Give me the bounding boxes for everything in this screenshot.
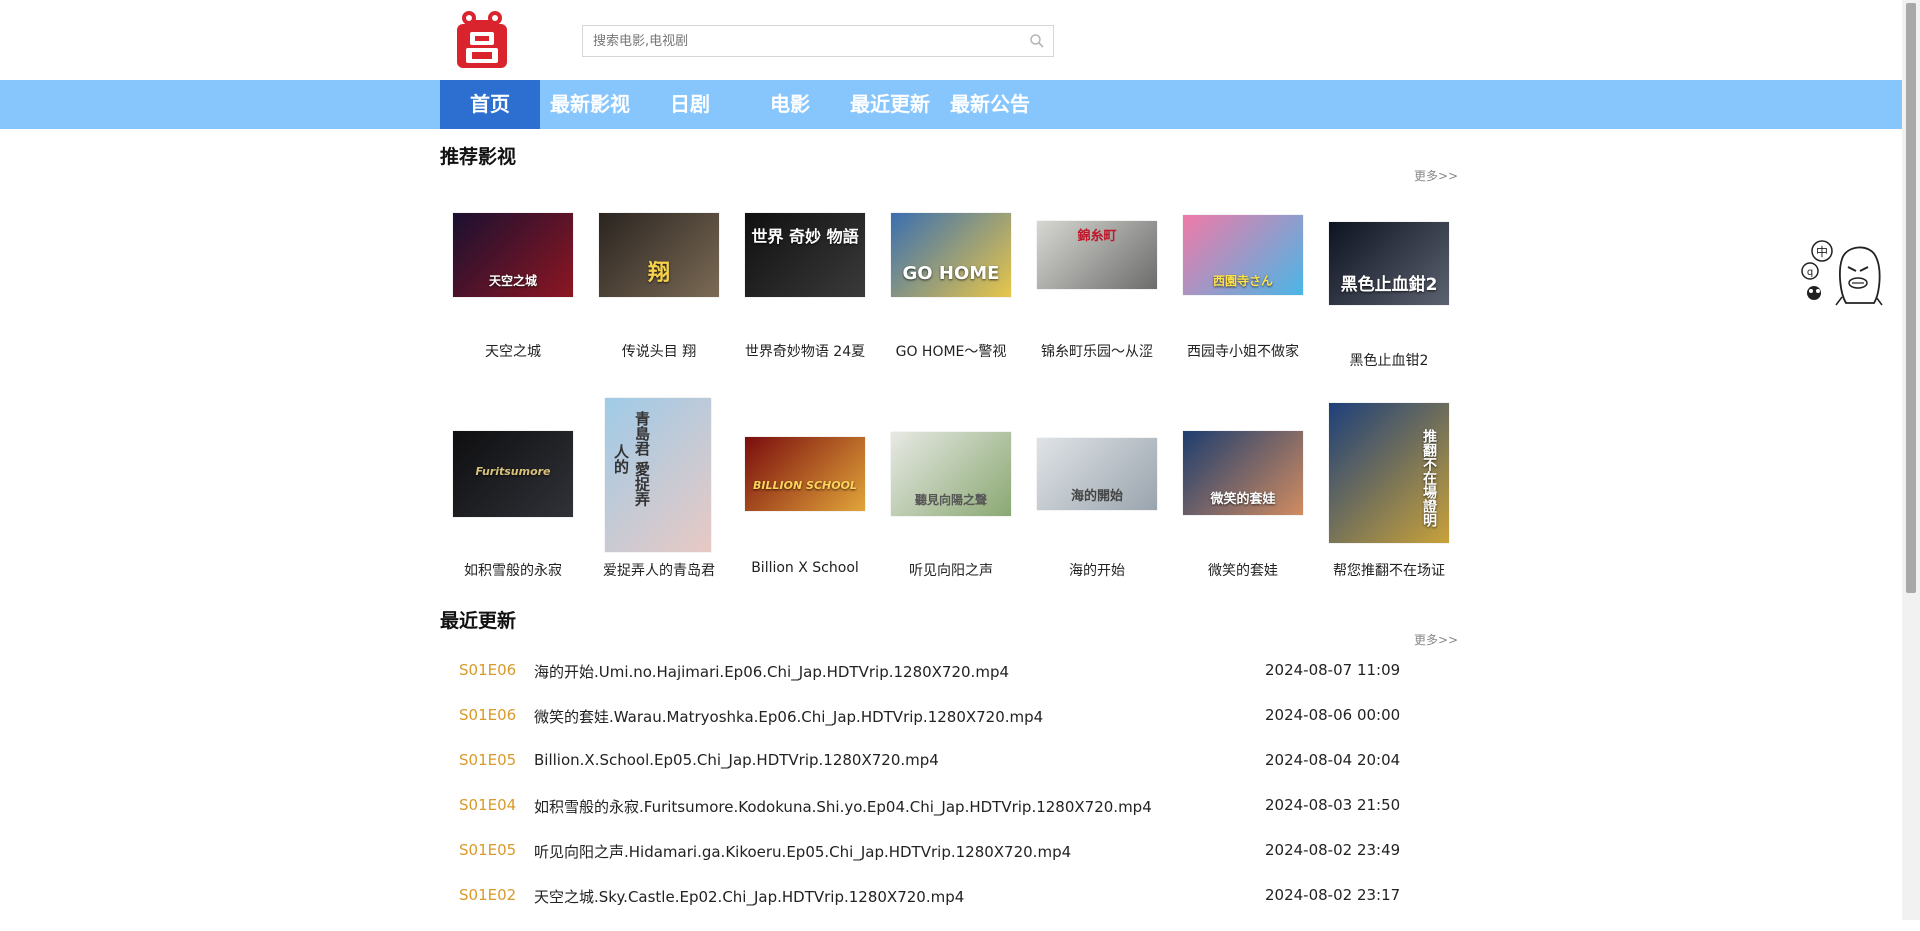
poster-caption: 世界 奇妙 物語 — [751, 227, 859, 246]
main-nav: 首页 最新影视 日剧 电影 最近更新 最新公告 — [0, 80, 1902, 129]
card-title[interactable]: 听见向阳之声 — [878, 560, 1024, 580]
card-title[interactable]: 天空之城 — [440, 341, 586, 361]
poster-row1-4[interactable]: 錦糸町 — [1037, 221, 1157, 289]
search-box — [582, 25, 1054, 57]
site-logo[interactable] — [451, 10, 513, 72]
card-title[interactable]: 爱捉弄人的青岛君 — [586, 560, 732, 580]
section-title-recent: 最近更新 — [440, 610, 517, 632]
file-link[interactable]: 海的开始.Umi.no.Hajimari.Ep06.Chi_Jap.HDTVri… — [534, 661, 1009, 682]
poster-row2-5[interactable]: 微笑的套娃 — [1183, 431, 1303, 515]
file-link[interactable]: 听见向阳之声.Hidamari.ga.Kikoeru.Ep05.Chi_Jap.… — [534, 841, 1071, 862]
nav-item-latest[interactable]: 最新影视 — [540, 80, 640, 129]
mascot-bubble-text: 中 — [1816, 244, 1828, 259]
episode-label: S01E02 — [459, 886, 517, 904]
poster-caption: Furitsumore — [475, 465, 551, 478]
card-title[interactable]: 世界奇妙物语 24夏 — [732, 341, 878, 361]
card-title[interactable]: 海的开始 — [1024, 560, 1170, 580]
more-link-recommended[interactable]: 更多>> — [1414, 167, 1458, 184]
poster-row2-6[interactable]: 推翻不在場證明 — [1329, 403, 1449, 543]
episode-label: S01E05 — [459, 841, 517, 859]
page-scrollbar[interactable] — [1902, 0, 1920, 920]
card-title[interactable]: 黑色止血钳2 — [1316, 350, 1462, 370]
svg-text:q: q — [1807, 267, 1813, 278]
poster-row1-0[interactable]: 天空之城 — [453, 213, 573, 297]
nav-item-movie[interactable]: 电影 — [740, 80, 840, 129]
list-item[interactable]: S01E06 微笑的套娃.Warau.Matryoshka.Ep06.Chi_J… — [459, 706, 1409, 751]
floating-mascot-widget[interactable]: 中 q — [1796, 237, 1888, 309]
update-time: 2024-08-02 23:17 — [1265, 886, 1401, 904]
poster-row2-0[interactable]: Furitsumore — [453, 431, 573, 517]
update-time: 2024-08-02 23:49 — [1265, 841, 1401, 859]
episode-label: S01E06 — [459, 706, 517, 724]
file-link[interactable]: 天空之城.Sky.Castle.Ep02.Chi_Jap.HDTVrip.128… — [534, 886, 964, 907]
poster-caption: 海的開始 — [1070, 489, 1123, 504]
section-title-recommended: 推荐影视 — [440, 146, 517, 168]
episode-label: S01E05 — [459, 751, 517, 769]
list-item[interactable]: S01E02 天空之城.Sky.Castle.Ep02.Chi_Jap.HDTV… — [459, 886, 1409, 931]
list-item[interactable]: S01E04 如积雪般的永寂.Furitsumore.Kodokuna.Shi.… — [459, 796, 1409, 841]
list-item[interactable]: S01E05 听见向阳之声.Hidamari.ga.Kikoeru.Ep05.C… — [459, 841, 1409, 886]
card-title[interactable]: 微笑的套娃 — [1170, 560, 1316, 580]
episode-label: S01E04 — [459, 796, 517, 814]
poster-caption: 西園寺さん — [1212, 274, 1273, 288]
card-title[interactable]: 西园寺小姐不做家 — [1170, 341, 1316, 361]
poster-caption: 推翻不在場證明 — [1421, 429, 1437, 527]
poster-caption: 錦糸町 — [1077, 229, 1117, 244]
search-icon[interactable] — [1029, 33, 1045, 49]
nav-item-jdrama[interactable]: 日剧 — [640, 80, 740, 129]
card-title[interactable]: Billion X School — [732, 560, 878, 576]
poster-caption: 微笑的套娃 — [1210, 492, 1276, 507]
update-time: 2024-08-06 00:00 — [1265, 706, 1401, 724]
poster-row1-2[interactable]: 世界 奇妙 物語 — [745, 213, 865, 297]
poster-row1-6[interactable]: 黑色止血鉗2 — [1329, 222, 1449, 305]
poster-row2-4[interactable]: 海的開始 — [1037, 438, 1157, 510]
more-link-recent[interactable]: 更多>> — [1414, 631, 1458, 648]
nav-item-announcements[interactable]: 最新公告 — [940, 80, 1040, 129]
nav-item-recent[interactable]: 最近更新 — [840, 80, 940, 129]
poster-row1-5[interactable]: 西園寺さん — [1183, 215, 1303, 295]
file-link[interactable]: 微笑的套娃.Warau.Matryoshka.Ep06.Chi_Jap.HDTV… — [534, 706, 1043, 727]
update-time: 2024-08-03 21:50 — [1265, 796, 1401, 814]
card-title[interactable]: 传说头目 翔 — [586, 341, 732, 361]
file-link[interactable]: 如积雪般的永寂.Furitsumore.Kodokuna.Shi.yo.Ep04… — [534, 796, 1152, 817]
poster-caption: 翔 — [647, 261, 670, 286]
poster-row1-3[interactable]: GO HOME — [891, 213, 1011, 297]
poster-row2-3[interactable]: 聽見向陽之聲 — [891, 432, 1011, 516]
poster-row2-1[interactable]: 青島君 愛捉弄人的 — [605, 398, 711, 552]
card-title[interactable]: GO HOME～警视 — [878, 341, 1024, 361]
card-title[interactable]: 如积雪般的永寂 — [440, 560, 586, 580]
poster-row2-2[interactable]: BILLION SCHOOL — [745, 437, 865, 511]
poster-caption: 聽見向陽之聲 — [914, 493, 987, 507]
poster-row1-1[interactable]: 翔 — [599, 213, 719, 297]
poster-caption: 青島君 愛捉弄人的 — [612, 411, 651, 507]
update-time: 2024-08-04 20:04 — [1265, 751, 1401, 769]
list-item[interactable]: S01E06 海的开始.Umi.no.Hajimari.Ep06.Chi_Jap… — [459, 661, 1409, 706]
update-time: 2024-08-07 11:09 — [1265, 661, 1401, 679]
episode-label: S01E06 — [459, 661, 517, 679]
poster-caption: 天空之城 — [488, 274, 537, 288]
nav-item-home[interactable]: 首页 — [440, 80, 540, 129]
card-title[interactable]: 帮您推翻不在场证 — [1316, 560, 1462, 580]
file-link[interactable]: Billion.X.School.Ep05.Chi_Jap.HDTVrip.12… — [534, 751, 939, 769]
search-input[interactable] — [583, 26, 1033, 56]
poster-caption: BILLION SCHOOL — [753, 479, 857, 492]
card-title[interactable]: 锦糸町乐园～从涩 — [1024, 341, 1170, 361]
list-item[interactable]: S01E05 Billion.X.School.Ep05.Chi_Jap.HDT… — [459, 751, 1409, 796]
scrollbar-thumb[interactable] — [1906, 3, 1916, 593]
poster-caption: GO HOME — [902, 263, 1000, 284]
poster-caption: 黑色止血鉗2 — [1340, 275, 1438, 295]
